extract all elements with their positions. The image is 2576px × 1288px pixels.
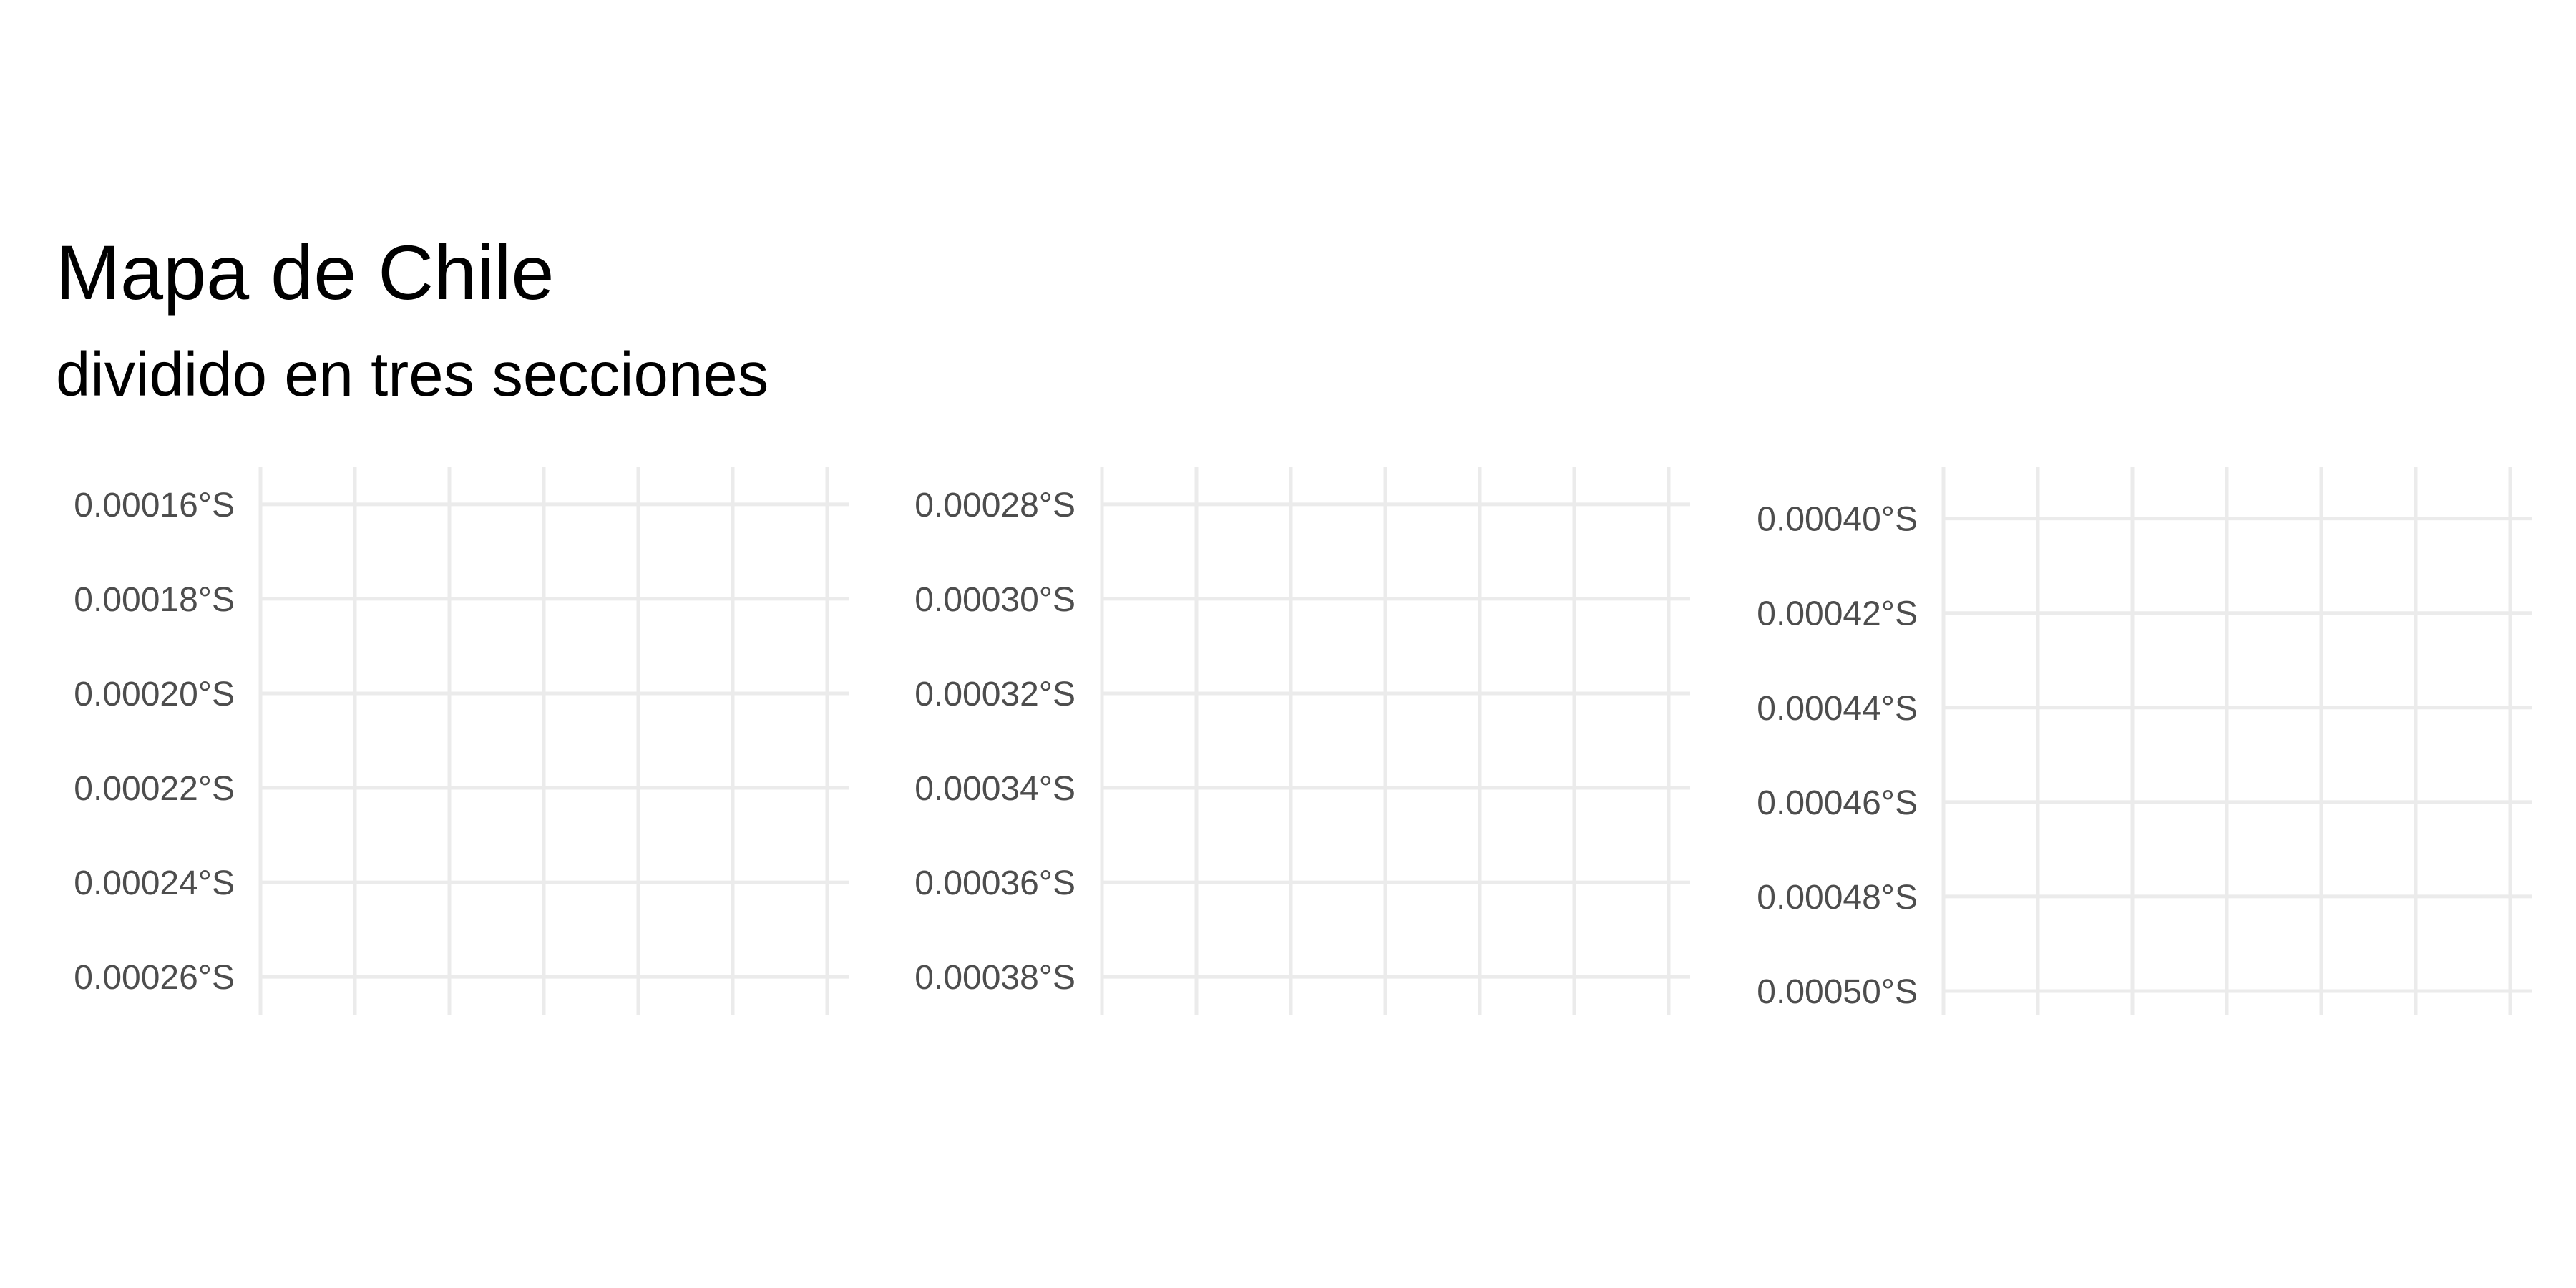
y-tick-label: 0.00036°S (914, 864, 1075, 902)
y-tick-label: 0.00024°S (74, 864, 235, 902)
y-tick-label: 0.00030°S (914, 581, 1075, 619)
y-tick-label: 0.00048°S (1757, 879, 1918, 917)
y-tick-label: 0.00050°S (1757, 973, 1918, 1011)
chart-title: Mapa de Chile (56, 229, 554, 316)
y-tick-label: 0.00028°S (914, 487, 1075, 525)
y-tick-label: 0.00040°S (1757, 501, 1918, 539)
y-tick-label: 0.00042°S (1757, 595, 1918, 633)
chart-subtitle: dividido en tres secciones (56, 340, 769, 409)
y-tick-label: 0.00020°S (74, 675, 235, 713)
y-tick-label: 0.00044°S (1757, 690, 1918, 728)
chart-figure: Mapa de Chile dividido en tres secciones… (0, 0, 2576, 1288)
y-tick-label: 0.00034°S (914, 770, 1075, 808)
figure-background (0, 0, 2576, 1288)
y-tick-label: 0.00018°S (74, 581, 235, 619)
y-tick-label: 0.00026°S (74, 959, 235, 997)
y-tick-label: 0.00032°S (914, 675, 1075, 713)
y-tick-label: 0.00022°S (74, 770, 235, 808)
y-tick-label: 0.00038°S (914, 959, 1075, 997)
y-tick-label: 0.00016°S (74, 487, 235, 525)
y-tick-label: 0.00046°S (1757, 784, 1918, 822)
